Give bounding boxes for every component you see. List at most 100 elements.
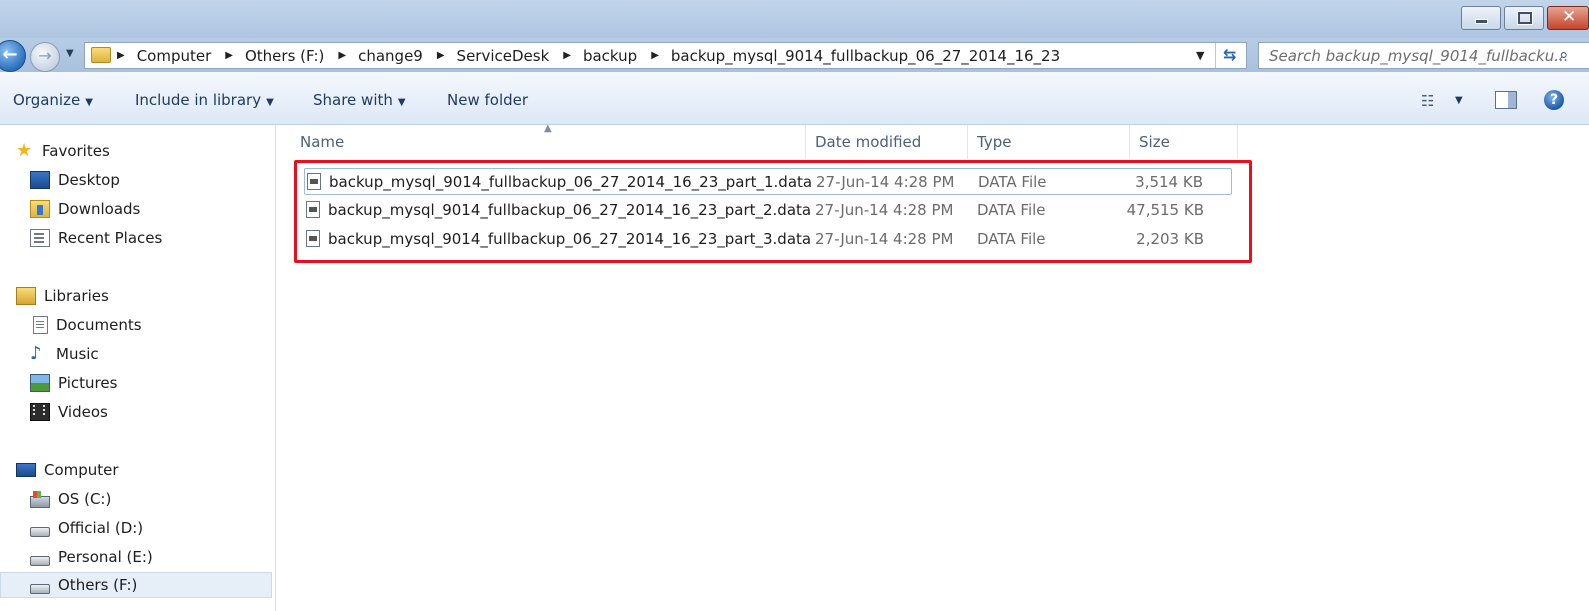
breadcrumb-change9[interactable]: change9 [358,47,423,65]
data-file-icon [306,201,320,218]
nav-label: Documents [56,316,142,334]
search-icon[interactable]: ⌕ [1559,45,1569,65]
title-bar: ✕ [0,0,1589,38]
star-icon: ★ [16,140,33,161]
column-header-type[interactable]: Type [977,125,1130,159]
maximize-button[interactable] [1504,6,1544,30]
divider [1215,43,1216,68]
music-note-icon: ♪ [30,343,42,364]
view-dropdown-icon[interactable]: ▼ [1455,95,1463,106]
nav-music[interactable]: ♪ Music [30,341,99,367]
window-controls: ✕ [1461,6,1589,30]
chevron-right-icon[interactable]: ▶ [563,50,571,61]
new-folder-button[interactable]: New folder [447,91,528,109]
file-list: ▲ Name Date modified Type Size backup_my… [276,123,1589,611]
nav-label: Desktop [58,171,120,189]
command-bar: Organize ▼ Include in library ▼ Share with… [0,72,1589,125]
address-history-dropdown[interactable]: ▼ [1196,49,1204,62]
film-icon [30,403,50,421]
nav-official-d[interactable]: Official (D:) [30,515,143,541]
nav-libraries[interactable]: Libraries [16,283,109,309]
search-input[interactable]: Search backup_mysql_9014_fullbacku... [1269,47,1569,65]
file-name: backup_mysql_9014_fullbackup_06_27_2014_… [329,173,813,191]
file-type: DATA File [977,201,1046,219]
file-type: DATA File [977,230,1046,248]
organize-button[interactable]: Organize ▼ [13,91,93,109]
nav-desktop[interactable]: Desktop [30,167,120,193]
nav-documents[interactable]: Documents [30,312,142,338]
include-in-library-button[interactable]: Include in library ▼ [135,91,274,109]
nav-others-f[interactable]: Others (F:) [0,572,272,598]
file-date: 27-Jun-14 4:28 PM [815,230,954,248]
nav-os-c[interactable]: OS (C:) [30,486,111,512]
preview-pane-icon[interactable] [1495,91,1517,109]
arrow-left-icon: ← [2,44,18,65]
computer-icon [16,463,36,477]
file-date: 27-Jun-14 4:28 PM [815,201,954,219]
column-header-size[interactable]: Size [1139,125,1238,159]
nav-label: Personal (E:) [58,548,153,566]
chevron-down-icon: ▼ [85,97,93,108]
nav-label: Downloads [58,200,141,218]
nav-pictures[interactable]: Pictures [30,370,117,396]
arrow-right-icon: → [38,46,52,65]
help-icon[interactable]: ? [1544,90,1564,110]
downloads-folder-icon [30,200,50,218]
file-size: 2,203 KB [1136,230,1204,248]
file-size: 3,514 KB [1135,173,1203,191]
back-button[interactable]: ← [0,40,26,72]
chevron-right-icon[interactable]: ▶ [225,50,233,61]
chevron-right-icon[interactable]: ▶ [117,50,125,61]
nav-computer[interactable]: Computer [16,457,119,483]
minimize-button[interactable] [1461,6,1501,30]
drive-icon [30,527,50,537]
chevron-right-icon[interactable]: ▶ [338,50,346,61]
recent-places-icon [30,229,50,247]
nav-label: OS (C:) [58,490,112,508]
nav-recent-places[interactable]: Recent Places [30,225,162,251]
windows-drive-icon [30,491,50,508]
nav-label: Others (F:) [58,576,138,594]
breadcrumb: ▶ Computer ▶ Others (F:) ▶ change9 ▶ Ser… [117,43,1074,68]
close-button[interactable]: ✕ [1547,6,1589,30]
nav-label: Music [56,345,99,363]
forward-button[interactable]: → [30,42,60,72]
breadcrumb-current-folder[interactable]: backup_mysql_9014_fullbackup_06_27_2014_… [671,47,1060,65]
column-header-date-modified[interactable]: Date modified [815,125,968,159]
nav-label: Recent Places [58,229,163,247]
column-header-name[interactable]: Name [300,125,806,159]
breadcrumb-others-f[interactable]: Others (F:) [245,47,324,65]
breadcrumb-backup[interactable]: backup [583,47,637,65]
chevron-right-icon[interactable]: ▶ [437,50,445,61]
file-date: 27-Jun-14 4:28 PM [816,173,955,191]
breadcrumb-servicedesk[interactable]: ServiceDesk [457,47,550,65]
chevron-down-icon: ▼ [397,97,406,108]
recent-pages-dropdown[interactable]: ▼ [66,48,74,59]
file-row[interactable]: backup_mysql_9014_fullbackup_06_27_2014_… [304,226,1232,253]
chevron-right-icon[interactable]: ▶ [651,50,659,61]
libraries-icon [16,287,36,305]
file-name: backup_mysql_9014_fullbackup_06_27_2014_… [328,230,812,248]
file-row[interactable]: backup_mysql_9014_fullbackup_06_27_2014_… [304,197,1232,224]
desktop-icon [30,171,50,189]
minimize-icon [1475,19,1488,24]
refresh-icon[interactable]: ⇆ [1223,45,1236,64]
pictures-icon [30,374,50,392]
file-row[interactable]: backup_mysql_9014_fullbackup_06_27_2014_… [304,168,1232,195]
nav-downloads[interactable]: Downloads [30,196,140,222]
view-options-icon[interactable]: ☷ [1421,92,1434,110]
nav-favorites[interactable]: ★ Favorites [16,138,110,164]
maximize-icon [1518,12,1532,24]
share-with-button[interactable]: Share with ▼ [313,91,406,109]
documents-icon [33,316,48,334]
nav-personal-e[interactable]: Personal (E:) [30,544,153,570]
chevron-down-icon: ▼ [266,97,274,108]
share-with-label: Share with [313,91,393,109]
breadcrumb-computer[interactable]: Computer [137,47,212,65]
nav-label: Videos [58,403,108,421]
search-box[interactable]: Search backup_mysql_9014_fullbacku... ⌕ [1258,42,1589,69]
address-bar[interactable]: ▶ Computer ▶ Others (F:) ▶ change9 ▶ Ser… [84,42,1247,69]
nav-label: Pictures [58,374,118,392]
nav-videos[interactable]: Videos [30,399,108,425]
drive-icon [30,556,50,566]
